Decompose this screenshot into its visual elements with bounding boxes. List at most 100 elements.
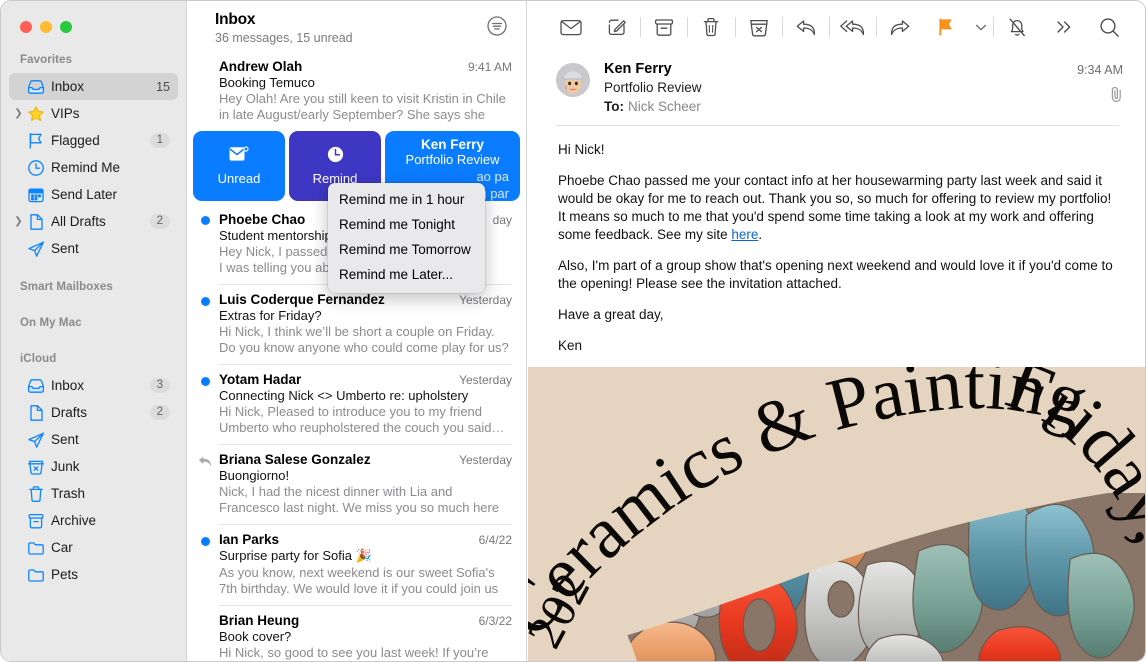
sidebar-item-label: Car xyxy=(51,540,73,555)
chevron-right-icon[interactable]: ❯ xyxy=(12,108,25,119)
sidebar-item-sent[interactable]: Sent xyxy=(9,235,178,262)
body-greeting: Hi Nick! xyxy=(558,142,605,157)
unread-indicator xyxy=(201,297,210,306)
close-button[interactable] xyxy=(20,21,32,33)
sidebar-item-flagged[interactable]: Flagged 1 xyxy=(9,127,178,154)
to-value[interactable]: Nick Scheer xyxy=(624,99,701,114)
minimize-button[interactable] xyxy=(40,21,52,33)
flag-button[interactable] xyxy=(923,10,969,44)
reply-button[interactable] xyxy=(783,10,829,44)
document-icon xyxy=(25,404,47,422)
sidebar-item-label: Flagged xyxy=(51,133,100,148)
sidebar-item-all-drafts[interactable]: ❯ All Drafts 2 xyxy=(9,208,178,235)
message-list-header: Inbox 36 messages, 15 unread xyxy=(187,1,526,53)
message-count: 36 messages, 15 unread xyxy=(215,31,353,45)
sidebar-item-trash[interactable]: Trash xyxy=(9,480,178,507)
clock-icon xyxy=(25,159,47,177)
junk-button[interactable] xyxy=(735,10,781,44)
sidebar-item-vips[interactable]: ❯ VIPs xyxy=(9,100,178,127)
poster-header-line-1: FRANKLIN xyxy=(544,380,608,392)
message-sender: Luis Coderque Fernandez xyxy=(219,292,385,307)
sidebar-item-car[interactable]: Car xyxy=(9,534,178,561)
unread-badge: 1 xyxy=(149,133,170,148)
mail-window: Favorites Inbox 15 ❯ VIPs Flagged 1 Remind Me Se… xyxy=(0,0,1146,662)
menu-item[interactable]: Remind me in 1 hour xyxy=(328,188,485,213)
message-date: 6/4/22 xyxy=(478,533,512,547)
message-preview-fragment-1: ao pa xyxy=(476,169,509,184)
message-subject: Buongiorno! xyxy=(219,468,290,483)
clay-letters-image xyxy=(528,488,1145,661)
unread-badge: 3 xyxy=(149,378,170,393)
sidebar-item-label: Send Later xyxy=(51,187,118,202)
unread-indicator xyxy=(201,377,210,386)
sidebar-item-remind-me[interactable]: Remind Me xyxy=(9,154,178,181)
sender-name: Ken Ferry xyxy=(604,61,672,77)
sidebar-item-label: Junk xyxy=(51,459,80,474)
table-row[interactable]: Andrew Olah 9:41 AM Booking Temuco Hey O… xyxy=(187,53,526,131)
message-subject: Extras for Friday? xyxy=(219,308,322,323)
more-button[interactable] xyxy=(1041,10,1087,44)
swipe-unread-button[interactable]: Unread xyxy=(193,131,285,201)
search-button[interactable] xyxy=(1087,10,1133,44)
forward-button[interactable] xyxy=(877,10,923,44)
message-preview: Hey Olah! Are you still keen to visit Kr… xyxy=(219,91,506,122)
mute-button[interactable] xyxy=(994,10,1040,44)
unread-count: 15 xyxy=(156,79,170,94)
menu-item[interactable]: Remind me Tonight xyxy=(328,213,485,238)
mark-unread-button[interactable] xyxy=(548,10,594,44)
paperclip-icon[interactable] xyxy=(1077,86,1123,103)
document-icon xyxy=(25,213,47,231)
chevron-down-icon[interactable] xyxy=(969,10,993,44)
sidebar-item-inbox[interactable]: Inbox 3 xyxy=(9,372,178,399)
folder-icon xyxy=(25,566,47,584)
message-sender: Brian Heung xyxy=(219,613,300,628)
paperplane-icon xyxy=(25,431,47,449)
unread-indicator xyxy=(201,216,210,225)
message-subject: Booking Temuco xyxy=(219,75,315,90)
paperplane-icon xyxy=(25,240,47,258)
body-paragraph-2: Also, I'm part of a group show that's op… xyxy=(558,258,1113,291)
body-closing: Have a great day, xyxy=(558,307,664,322)
sidebar-item-archive[interactable]: Archive xyxy=(9,507,178,534)
archive-button[interactable] xyxy=(641,10,687,44)
chevron-right-icon[interactable]: ❯ xyxy=(12,216,25,227)
sort-filter-icon[interactable] xyxy=(486,15,508,42)
sidebar-item-label: Inbox xyxy=(51,79,85,94)
sidebar-item-drafts[interactable]: Drafts 2 xyxy=(9,399,178,426)
traffic-lights xyxy=(20,21,72,33)
message-subject: Book cover? xyxy=(219,629,292,644)
sidebar-item-send-later[interactable]: Send Later xyxy=(9,181,178,208)
message-date: Yesterday xyxy=(459,293,512,307)
sidebar: Favorites Inbox 15 ❯ VIPs Flagged 1 Remind Me Se… xyxy=(1,1,187,661)
sidebar-item-sent[interactable]: Sent xyxy=(9,426,178,453)
poster-header-line-3: RESIDENCY xyxy=(544,407,617,419)
message-sender: Yotam Hadar xyxy=(219,372,302,387)
page-title: Inbox xyxy=(215,11,256,28)
table-row[interactable]: Luis Coderque Fernandez Yesterday Extras f… xyxy=(187,284,526,364)
attachment-poster[interactable]: FRANKLIN SUMMER RESIDENCY ramics & Paint… xyxy=(528,367,1145,661)
zoom-button[interactable] xyxy=(60,21,72,33)
body-p1-text: Phoebe Chao passed me your contact info … xyxy=(558,173,1112,242)
reading-pane: Ken Ferry Portfolio Review To: Nick Schee… xyxy=(528,1,1145,661)
sidebar-item-inbox[interactable]: Inbox 15 xyxy=(9,73,178,100)
delete-button[interactable] xyxy=(688,10,734,44)
sidebar-item-label: Drafts xyxy=(51,405,88,420)
unread-badge: 2 xyxy=(149,405,170,420)
swipe-unread-label: Unread xyxy=(217,171,261,186)
compose-button[interactable] xyxy=(594,10,640,44)
sidebar-item-junk[interactable]: Junk xyxy=(9,453,178,480)
menu-item[interactable]: Remind me Tomorrow xyxy=(328,238,485,263)
sidebar-item-label: Remind Me xyxy=(51,160,121,175)
recipient-row: To: Nick Scheer xyxy=(604,99,1077,114)
replied-icon xyxy=(198,455,212,473)
table-row[interactable]: Briana Salese Gonzalez Yesterday Buongiorn… xyxy=(187,444,526,524)
site-link[interactable]: here xyxy=(731,227,758,242)
clock-icon xyxy=(327,146,344,168)
reply-all-button[interactable] xyxy=(830,10,876,44)
table-row[interactable]: Brian Heung 6/3/22 Book cover? Hi Nick, so … xyxy=(187,605,526,661)
table-row[interactable]: Yotam Hadar Yesterday Connecting Nick <> U… xyxy=(187,364,526,444)
menu-item[interactable]: Remind me Later... xyxy=(328,263,485,288)
sidebar-item-pets[interactable]: Pets xyxy=(9,561,178,588)
table-row[interactable]: Ian Parks 6/4/22 Surprise party for Sofia … xyxy=(187,524,526,605)
sidebar-item-label: Inbox xyxy=(51,378,85,393)
